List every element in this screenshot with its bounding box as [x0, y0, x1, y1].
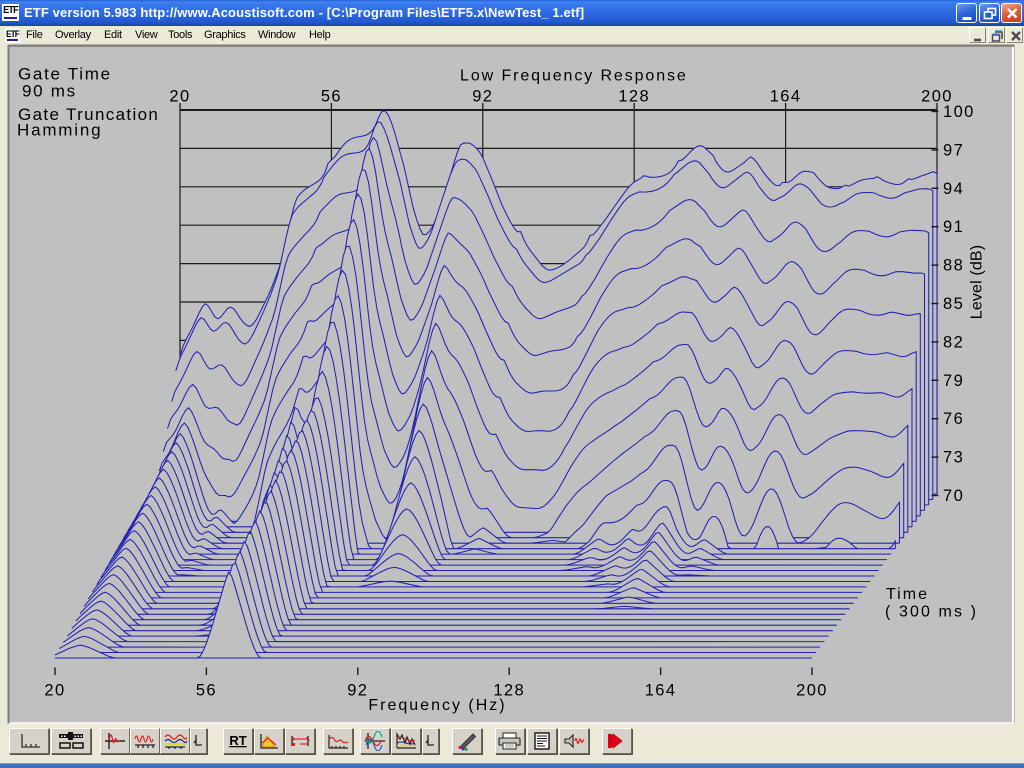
svg-text:20: 20 [44, 682, 65, 700]
svg-text:82: 82 [943, 333, 964, 351]
svg-text:70: 70 [943, 487, 964, 505]
svg-text:76: 76 [943, 410, 964, 428]
svg-text:Hamming: Hamming [17, 121, 102, 140]
svg-text:94: 94 [943, 180, 964, 198]
svg-text:56: 56 [321, 88, 342, 106]
svg-text:164: 164 [645, 682, 677, 700]
svg-text:Frequency (Hz): Frequency (Hz) [368, 697, 506, 714]
svg-text:200: 200 [796, 682, 828, 700]
svg-text:100: 100 [943, 103, 975, 121]
svg-text:Low Frequency Response: Low Frequency Response [460, 68, 688, 85]
svg-text:128: 128 [618, 88, 650, 106]
svg-text:Time: Time [886, 586, 929, 603]
svg-text:164: 164 [770, 88, 802, 106]
svg-text:73: 73 [943, 449, 964, 467]
svg-text:85: 85 [943, 295, 964, 313]
svg-text:( 300 ms ): ( 300 ms ) [885, 604, 978, 621]
svg-text:90 ms: 90 ms [22, 82, 77, 101]
svg-text:56: 56 [196, 682, 217, 700]
svg-text:92: 92 [472, 88, 493, 106]
svg-text:88: 88 [943, 257, 964, 275]
svg-text:97: 97 [943, 141, 964, 159]
svg-text:92: 92 [347, 682, 368, 700]
svg-text:Level (dB): Level (dB) [969, 245, 986, 319]
svg-text:91: 91 [943, 218, 964, 236]
svg-text:79: 79 [943, 372, 964, 390]
svg-text:RT: RT [229, 733, 246, 748]
svg-text:20: 20 [169, 88, 190, 106]
